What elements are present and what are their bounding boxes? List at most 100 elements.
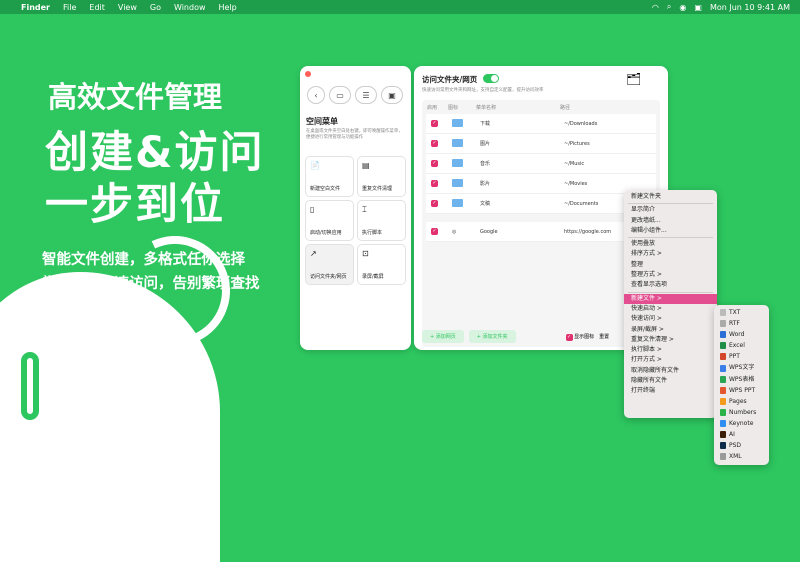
context-menu-item[interactable]: 快速访问 > — [624, 314, 717, 324]
context-menu-item[interactable]: 查看显示选项 — [624, 280, 717, 290]
submenu-item-label: WPS文字 — [729, 364, 755, 372]
card-launch-app[interactable]: ▯ 启动/切换应用 — [305, 200, 354, 241]
context-menu-item[interactable]: 打开终端 — [624, 386, 717, 396]
submenu-item[interactable]: WPS文字 — [714, 362, 769, 373]
card-record-screen[interactable]: ⊡ 录屏/截屏 — [357, 244, 406, 285]
card-label: 启动/切换应用 — [310, 230, 342, 236]
menu-edit[interactable]: Edit — [89, 3, 105, 12]
checkbox[interactable]: ✓ — [431, 160, 438, 167]
table-row[interactable]: ✓ 文稿 ~/Documents — [426, 194, 656, 214]
folder-icon — [452, 118, 463, 127]
context-menu-item[interactable]: 整理 — [624, 260, 717, 270]
submenu-item[interactable]: WPS PPT — [714, 385, 769, 396]
main-desc: 快速访问常用文件夹和网址，支持自定义配置，提升访问效率 — [422, 88, 544, 93]
checkbox[interactable]: ✓ — [431, 200, 438, 207]
header-name: 菜单名称 — [476, 104, 497, 111]
search-icon[interactable]: ⌕ — [667, 2, 671, 12]
header-icon: 图标 — [448, 104, 459, 111]
access-icon: ↗ — [310, 249, 317, 258]
context-menu-item[interactable]: 显示简介 — [624, 205, 717, 215]
wifi-icon[interactable]: ◠ — [652, 3, 659, 12]
context-menu-item[interactable]: 新建文件夹 — [624, 192, 717, 202]
submenu-item[interactable]: RTF — [714, 318, 769, 329]
user-icon[interactable]: ◉ — [679, 3, 686, 12]
file-type-icon — [720, 431, 726, 439]
context-menu-item[interactable]: 重复文件清理 > — [624, 335, 717, 345]
table-row[interactable]: ✓ 音乐 ~/Music — [426, 154, 656, 174]
card-access-folder[interactable]: ↗ 访问文件夹/网页 — [305, 244, 354, 285]
card-run-script[interactable]: ⌶ 执行脚本 — [357, 200, 406, 241]
checkbox[interactable]: ✓ — [431, 228, 438, 235]
checkbox[interactable]: ✓ — [431, 180, 438, 187]
row-path: ~/Downloads — [564, 120, 598, 127]
context-menu-item[interactable]: 更改墙纸... — [624, 216, 717, 226]
add-folder-button[interactable]: + 添加文件夹 — [468, 330, 516, 343]
context-menu-item[interactable]: 打开方式 > — [624, 355, 717, 365]
submenu-item[interactable]: PSD — [714, 440, 769, 451]
menu-view[interactable]: View — [118, 3, 137, 12]
file-type-icon — [720, 342, 726, 350]
card-label: 录屏/截屏 — [362, 274, 384, 280]
context-menu-item[interactable]: 录屏/截屏 > — [624, 325, 717, 335]
submenu-item[interactable]: PPT — [714, 351, 769, 362]
menu-app-finder[interactable]: Finder — [21, 3, 50, 12]
menu-help[interactable]: Help — [219, 3, 237, 12]
card-dup-clean[interactable]: ▤ 重复文件清理 — [357, 156, 406, 197]
app-logo-icon: 🗂 — [626, 72, 642, 86]
back-button[interactable]: ‹ — [307, 86, 325, 104]
show-icon-checkbox[interactable]: ✓ — [565, 333, 573, 341]
context-menu-item[interactable]: 快速启动 > — [624, 304, 717, 314]
menu-item-label: 隐藏所有文件 — [631, 377, 668, 385]
table-row[interactable]: ✓ ◎ Google https://google.com — [426, 222, 656, 242]
submenu-item[interactable]: Pages — [714, 396, 769, 407]
sliders-icon[interactable]: ☰ — [355, 86, 377, 104]
table-row[interactable]: ✓ 影片 ~/Movies — [426, 174, 656, 194]
context-menu-item[interactable]: 使用叠放 — [624, 239, 717, 249]
file-type-icon — [720, 309, 726, 317]
screen-icon[interactable]: ▭ — [329, 86, 351, 104]
enable-toggle[interactable] — [483, 74, 499, 83]
context-menu-item[interactable]: 执行脚本 > — [624, 345, 717, 355]
context-menu-item[interactable]: 隐藏所有文件 — [624, 376, 717, 386]
submenu-item[interactable]: AI — [714, 429, 769, 440]
submenu-item[interactable]: XML — [714, 451, 769, 462]
table-row[interactable]: ✓ 图片 ~/Pictures — [426, 134, 656, 154]
control-center-icon[interactable]: ▣ — [694, 3, 702, 12]
submenu-item-label: WPS PPT — [729, 386, 756, 394]
add-web-button[interactable]: + 添加网页 — [422, 330, 464, 343]
menu-go[interactable]: Go — [150, 3, 161, 12]
close-dot[interactable] — [305, 71, 311, 77]
submenu-item[interactable]: WPS表格 — [714, 374, 769, 385]
menu-item-label: 编辑小组件... — [631, 226, 667, 234]
context-menu-item[interactable]: 取消隐藏所有文件 — [624, 366, 717, 376]
card-label: 新建空白文件 — [310, 186, 341, 192]
submenu-item-label: WPS表格 — [729, 375, 755, 383]
menu-item-label: 取消隐藏所有文件 — [631, 366, 680, 374]
save-icon[interactable]: ▣ — [381, 86, 403, 104]
table-row[interactable]: ✓ 下载 ~/Downloads — [426, 114, 656, 134]
checkbox[interactable]: ✓ — [431, 120, 438, 127]
submenu-item[interactable]: Word — [714, 329, 769, 340]
submenu-item-label: Pages — [729, 397, 747, 405]
menu-item-label: 执行脚本 > — [631, 346, 662, 354]
menu-file[interactable]: File — [63, 3, 76, 12]
card-new-file[interactable]: 📄 新建空白文件 — [305, 156, 354, 197]
menubar-datetime[interactable]: Mon Jun 10 9:41 AM — [710, 3, 790, 12]
submenu-item[interactable]: Keynote — [714, 418, 769, 429]
menu-item-label: 重复文件清理 > — [631, 335, 674, 343]
reset-button[interactable]: 重置 — [599, 333, 609, 340]
submenu-item[interactable]: Numbers — [714, 407, 769, 418]
submenu-item-label: PSD — [729, 442, 742, 450]
context-menu-item[interactable]: 整理方式 > — [624, 270, 717, 280]
script-icon: ⌶ — [362, 205, 367, 214]
submenu-item[interactable]: Excel — [714, 340, 769, 351]
submenu-item-label: Excel — [729, 342, 745, 350]
submenu-item[interactable]: TXT — [714, 307, 769, 318]
context-menu-item[interactable]: 排序方式 > — [624, 249, 717, 259]
context-menu-item[interactable]: 新建文件 > — [624, 293, 717, 304]
checkbox[interactable]: ✓ — [431, 140, 438, 147]
file-type-icon — [720, 375, 726, 383]
context-menu-item[interactable]: 编辑小组件... — [624, 226, 717, 236]
row-name: 文稿 — [480, 201, 491, 207]
menu-window[interactable]: Window — [174, 3, 206, 12]
